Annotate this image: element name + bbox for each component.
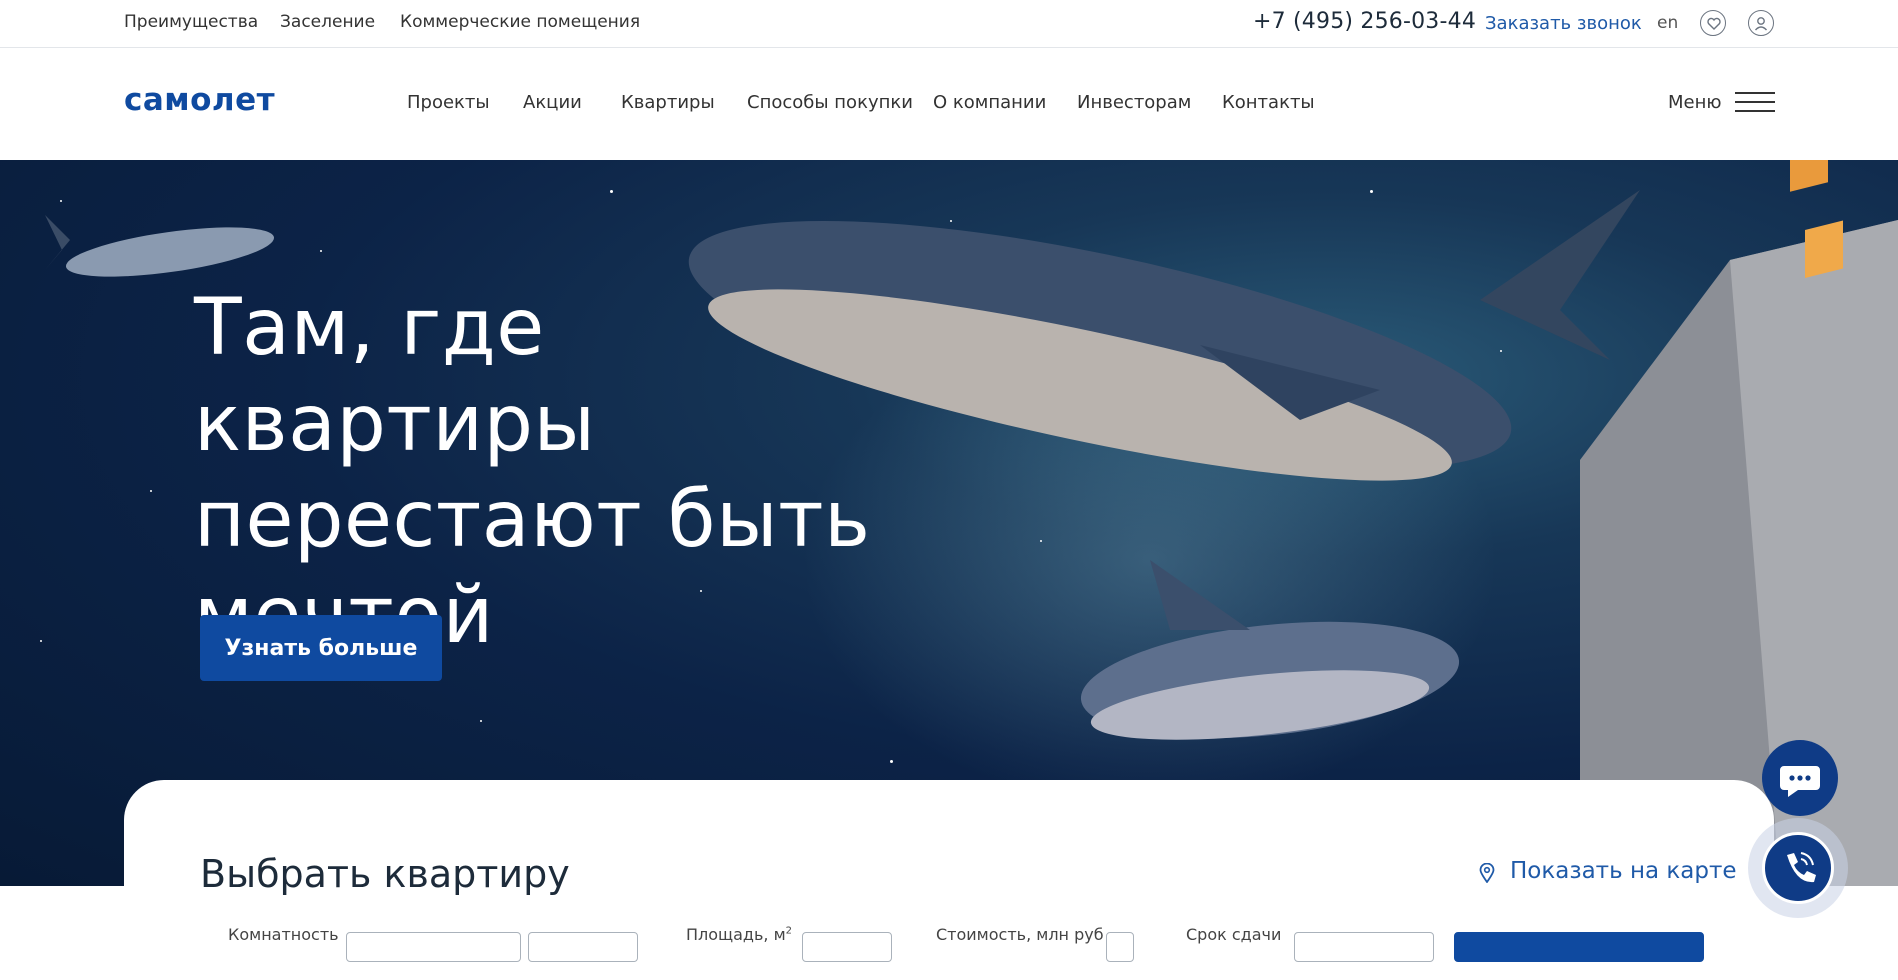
filter-price-label: Стоимость, млн руб	[936, 925, 1104, 944]
filter-area-label: Площадь, м2	[686, 925, 793, 944]
nav-about[interactable]: О компании	[933, 92, 1046, 113]
favorites-heart-icon[interactable]	[1700, 10, 1726, 36]
nav-contacts[interactable]: Контакты	[1222, 92, 1315, 113]
callback-link[interactable]: Заказать звонок	[1485, 13, 1642, 34]
apartment-building-image	[1580, 160, 1898, 886]
menu-label[interactable]: Меню	[1668, 92, 1722, 113]
nav-promotions[interactable]: Акции	[523, 92, 582, 113]
samolet-logo[interactable]: самолет	[124, 82, 275, 118]
search-title: Выбрать квартиру	[200, 852, 570, 896]
phone-number[interactable]: +7 (495) 256-03-44	[1253, 9, 1476, 34]
hero-headline: Там, где квартиры перестают быть мечтой	[194, 280, 954, 664]
topbar-link-commercial[interactable]: Коммерческие помещения	[400, 12, 640, 32]
nav-investors[interactable]: Инвесторам	[1077, 92, 1191, 113]
learn-more-button[interactable]: Узнать больше	[200, 615, 442, 681]
apartment-search-card: Выбрать квартиру Показать на карте Комна…	[124, 780, 1774, 980]
topbar-link-settlement[interactable]: Заселение	[280, 12, 375, 32]
small-whale-image	[45, 215, 275, 277]
call-button[interactable]	[1762, 832, 1834, 904]
nav-projects[interactable]: Проекты	[407, 92, 490, 113]
main-header: самолет Проекты Акции Квартиры Способы п…	[0, 48, 1898, 160]
chat-bubble-icon	[1780, 766, 1820, 797]
hero-headline-line-1: Там, где квартиры	[194, 283, 596, 469]
phone-icon	[1787, 852, 1816, 883]
nav-purchase-methods[interactable]: Способы покупки	[747, 92, 913, 113]
medium-whale-image	[1080, 560, 1460, 740]
hero-banner: Там, где квартиры перестают быть мечтой …	[0, 160, 1898, 886]
hero-headline-line-2: перестают быть	[194, 475, 871, 565]
filter-rooms-label: Комнатность	[228, 925, 339, 944]
show-on-map-link[interactable]: Показать на карте	[1510, 858, 1737, 884]
topbar-link-advantages[interactable]: Преимущества	[124, 12, 258, 32]
chat-button[interactable]	[1762, 740, 1838, 816]
user-profile-icon[interactable]	[1748, 10, 1774, 36]
language-switch[interactable]: en	[1657, 13, 1678, 33]
map-pin-icon	[1479, 863, 1495, 883]
filter-deadline-label: Срок сдачи	[1186, 925, 1282, 944]
hamburger-menu-icon[interactable]	[1735, 92, 1775, 112]
nav-apartments[interactable]: Квартиры	[621, 92, 715, 113]
top-bar: Преимущества Заселение Коммерческие поме…	[0, 0, 1898, 48]
